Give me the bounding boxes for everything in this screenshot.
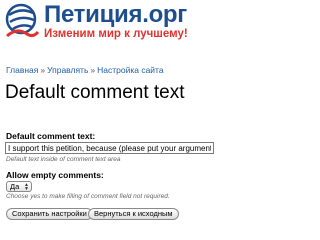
- globe-logo-icon[interactable]: [5, 3, 39, 41]
- save-settings-button[interactable]: Сохранить настройки: [6, 208, 93, 220]
- comment-text-label: Default comment text:: [6, 131, 96, 141]
- breadcrumb-home-link[interactable]: Главная: [6, 65, 38, 75]
- allow-empty-label: Allow empty comments:: [6, 170, 104, 180]
- breadcrumb-separator: »: [90, 65, 96, 75]
- reset-defaults-button[interactable]: Вернуться к исходным: [88, 208, 179, 220]
- allow-empty-select[interactable]: Да ▲ ▼: [6, 181, 32, 192]
- allow-empty-description: Choose yes to make filling of comment fi…: [6, 193, 170, 200]
- allow-empty-selected-value: Да: [10, 182, 20, 191]
- select-arrows-icon: ▲ ▼: [24, 182, 29, 192]
- site-name[interactable]: Петиция.орг: [44, 2, 187, 28]
- comment-text-description: Default text inside of comment text area: [6, 156, 121, 163]
- comment-text-input[interactable]: [5, 142, 214, 154]
- page-title: Default comment text: [5, 82, 185, 103]
- breadcrumb: Главная» Управлять» Настройка сайта: [6, 65, 164, 76]
- breadcrumb-separator: »: [40, 65, 46, 75]
- site-slogan: Изменим мир к лучшему!: [44, 28, 188, 40]
- site-header: Петиция.орг Изменим мир к лучшему!: [0, 0, 220, 50]
- breadcrumb-manage-link[interactable]: Управлять: [47, 65, 88, 75]
- breadcrumb-site-settings-link[interactable]: Настройка сайта: [97, 65, 163, 75]
